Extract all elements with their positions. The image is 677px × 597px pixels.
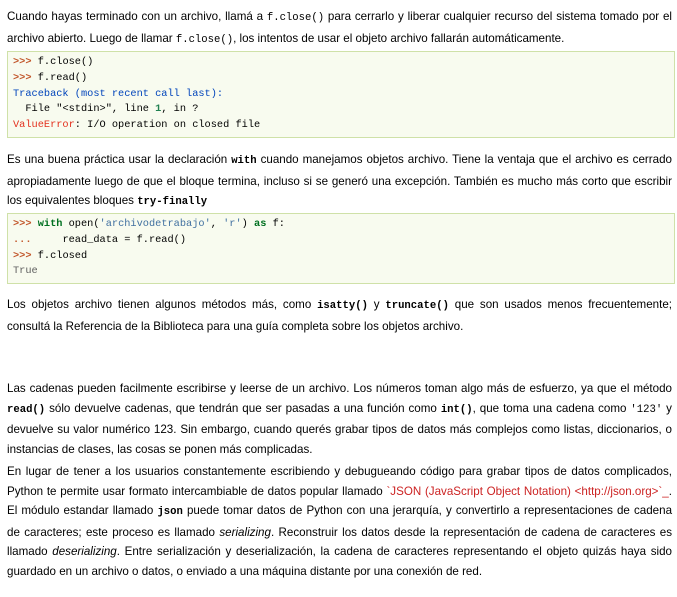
inline-code-123: '123'	[630, 403, 663, 416]
inline-code-isatty: isatty()	[317, 300, 368, 312]
paragraph-strings-numbers: Las cadenas pueden facilmente escribirse…	[7, 382, 672, 456]
inline-code-try-finally: try-finally	[137, 196, 208, 208]
term-deserializing: deserializing	[52, 545, 117, 558]
paragraph-json: En lugar de tener a los usuarios constan…	[7, 465, 673, 578]
term-serializing: serializing	[219, 525, 271, 539]
inline-code-json: json	[157, 506, 183, 518]
json-link[interactable]: `JSON (JavaScript Object Notation) <http…	[386, 485, 668, 498]
paragraph-close-file: Cuando hayas terminado con un archivo, l…	[7, 10, 672, 46]
code-block-close: >>> f.close() >>> f.read() Traceback (mo…	[7, 51, 675, 138]
paragraph-with-statement: Es una buena práctica usar la declaració…	[7, 153, 672, 208]
inline-code-read: read()	[7, 403, 46, 416]
inline-code-with: with	[231, 155, 257, 167]
inline-code-int: int()	[440, 403, 473, 416]
paragraph-file-methods: Los objetos archivo tienen algunos métod…	[7, 298, 672, 333]
document-page: Cuando hayas terminado con un archivo, l…	[0, 0, 677, 597]
inline-code-close: f.close()	[266, 12, 325, 24]
inline-code-close-2: f.close()	[175, 33, 234, 46]
code-block-with: >>> with open('archivodetrabajo', 'r') a…	[7, 213, 675, 284]
inline-code-truncate: truncate()	[385, 300, 449, 312]
